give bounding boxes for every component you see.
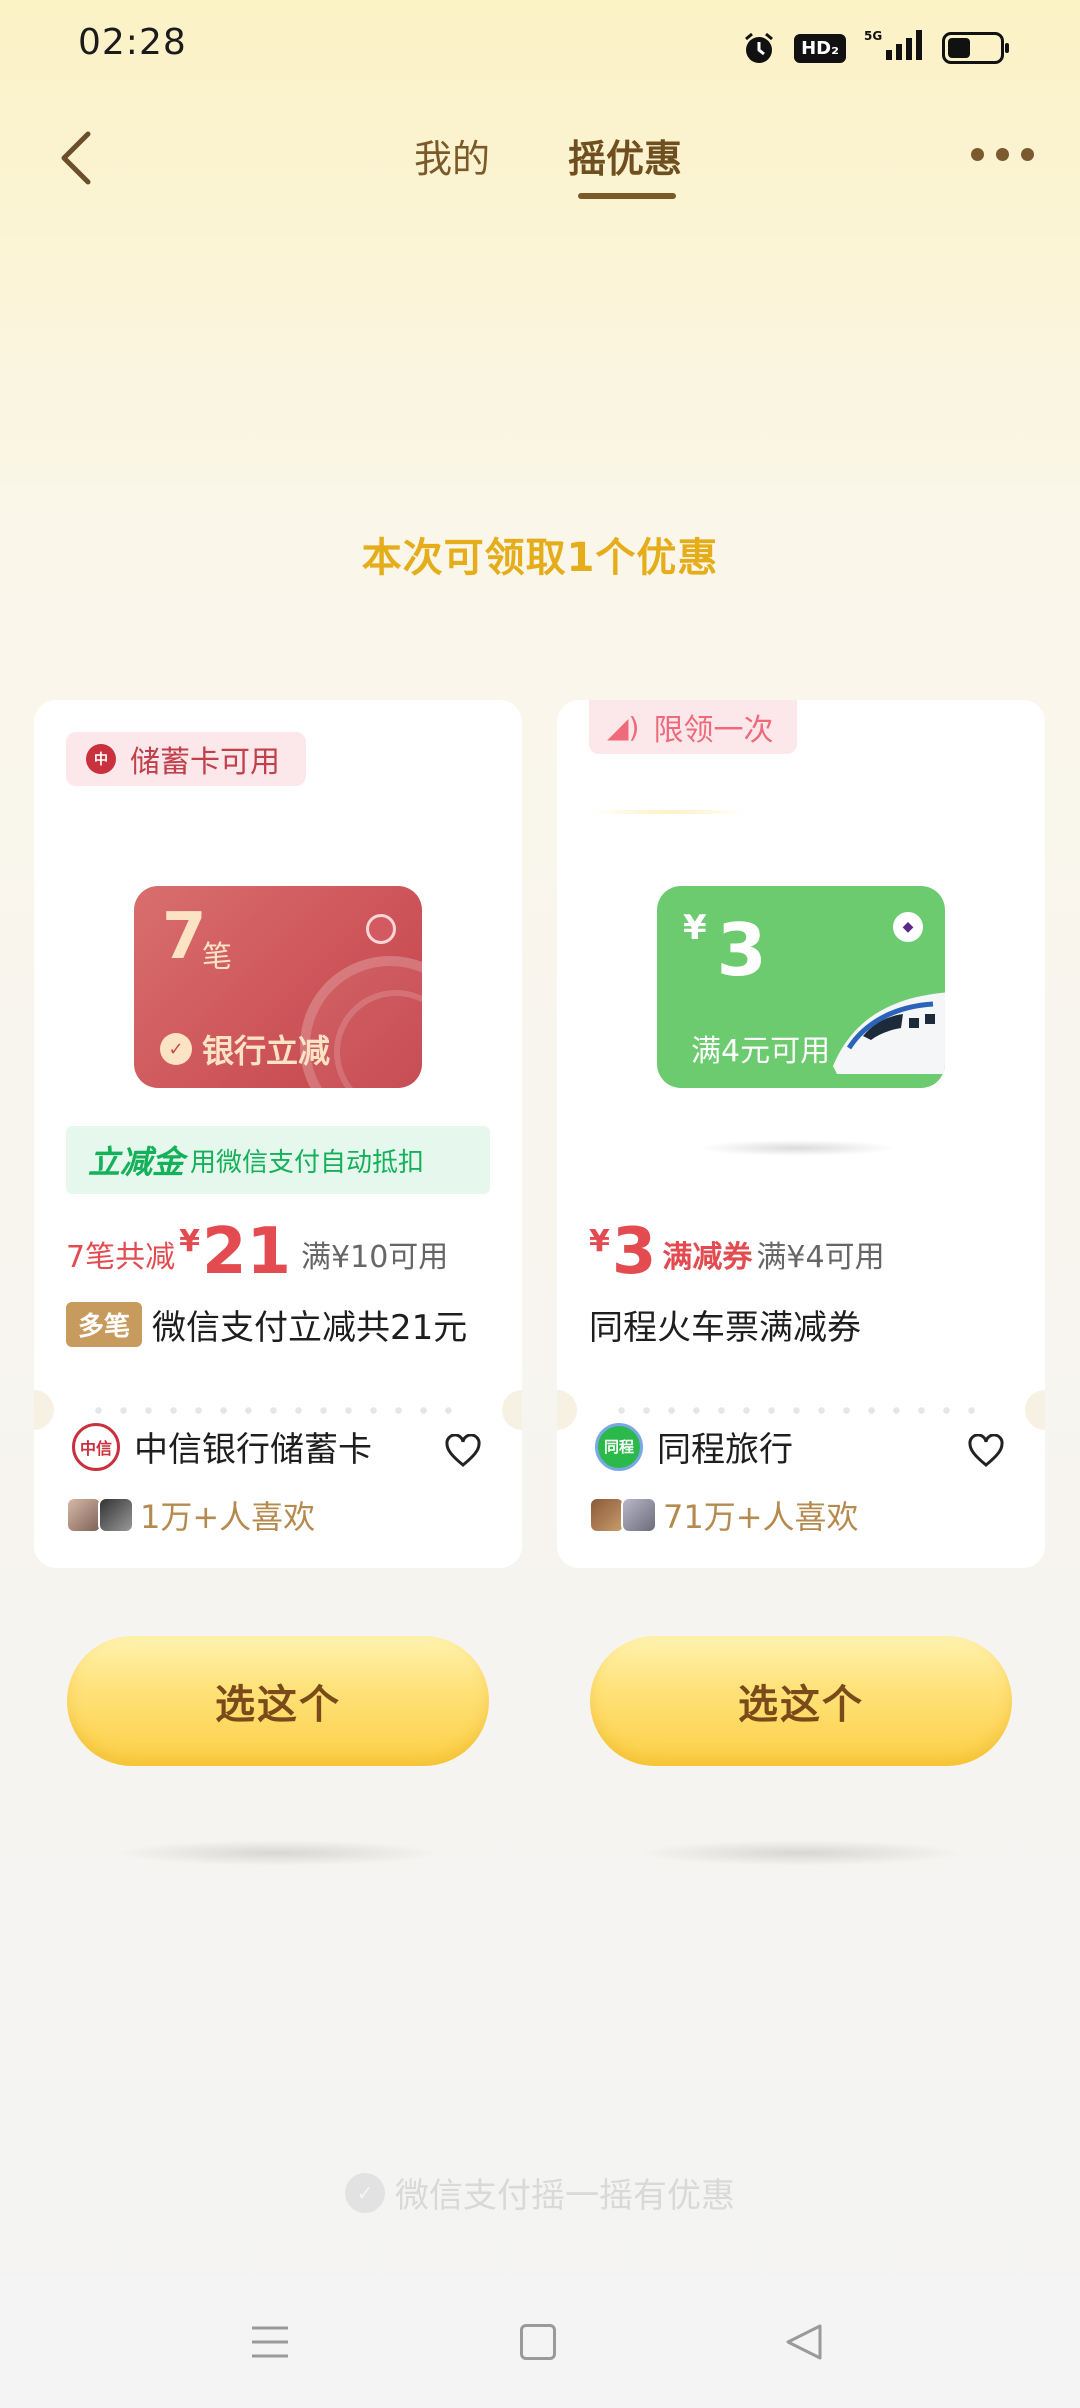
- status-icons: HD₂ 5G: [742, 28, 1009, 68]
- bank-discount-label: 银行立减: [202, 1032, 331, 1070]
- active-tab-underline: [578, 193, 676, 199]
- avatar: [66, 1497, 102, 1533]
- more-options-icon[interactable]: [971, 148, 1034, 161]
- coupon-description: 同程火车票满减券: [589, 1308, 861, 1348]
- svg-text:5G: 5G: [864, 29, 882, 43]
- citic-logo-icon: 中信: [72, 1422, 120, 1471]
- footer-branding: ✓ 微信支付摇一摇有优惠: [0, 2168, 1080, 2217]
- coupon-amount: 3: [716, 908, 767, 992]
- coupon-card-tongcheng[interactable]: ◢) 限领一次 ◆ ¥3 满4元可用 ¥ 3 满减券 满¥4可用 同程火车票满减…: [557, 700, 1045, 1568]
- battery-icon: [942, 32, 1009, 64]
- avatar: [589, 1497, 625, 1533]
- tongcheng-logo-icon: 同程: [595, 1422, 643, 1471]
- wechat-pay-icon: ✓: [160, 1033, 192, 1065]
- recent-apps-icon[interactable]: [250, 2322, 290, 2362]
- favorite-heart-icon[interactable]: [444, 1434, 482, 1468]
- discount-amount: 3: [611, 1215, 657, 1289]
- limit-once-badge: ◢) 限领一次: [589, 700, 798, 754]
- alarm-icon: [745, 32, 774, 63]
- train-icon: [833, 992, 945, 1074]
- discount-count: 7: [162, 900, 207, 974]
- avatar: [98, 1497, 134, 1533]
- price-line: ¥ 3 满减券 满¥4可用: [589, 1215, 885, 1289]
- signal-icon: 5G: [864, 28, 924, 68]
- coupon-description: 多笔 微信支付立减共21元: [66, 1300, 467, 1349]
- citic-logo-icon: [366, 914, 396, 944]
- discount-amount: 21: [201, 1215, 292, 1289]
- coupon-card-citic[interactable]: 中 储蓄卡可用 7 笔 ✓ 银行立减 立减金 用微信支付自动抵扣 7笔共减 ¥ …: [34, 700, 522, 1568]
- tab-mine[interactable]: 我的: [414, 128, 490, 183]
- citic-logo-icon: 中: [86, 744, 116, 774]
- choose-citic-button[interactable]: 选这个: [67, 1636, 489, 1766]
- merchant-name: 中信银行储蓄卡: [134, 1430, 372, 1470]
- merchant-row: 中信 中信银行储蓄卡: [72, 1422, 372, 1471]
- tab-shake-discount[interactable]: 摇优惠: [568, 128, 682, 183]
- likes-row: 1万+人喜欢: [66, 1492, 315, 1538]
- back-triangle-icon[interactable]: [784, 2322, 824, 2362]
- megaphone-icon: ◢): [607, 710, 640, 744]
- multi-tag: 多笔: [66, 1302, 143, 1347]
- discount-count-unit: 笔: [202, 940, 232, 975]
- likes-count: 1万+人喜欢: [140, 1498, 316, 1536]
- train-coupon-visual: ◆ ¥3 满4元可用: [657, 886, 945, 1088]
- instant-discount-banner: 立减金 用微信支付自动抵扣: [66, 1126, 490, 1194]
- avatar: [621, 1497, 657, 1533]
- tongcheng-logo-icon: ◆: [893, 912, 923, 942]
- merchant-row: 同程 同程旅行: [595, 1422, 793, 1471]
- likes-row: 71万+人喜欢: [589, 1492, 859, 1538]
- wechat-pay-icon: ✓: [345, 2172, 385, 2213]
- favorite-heart-icon[interactable]: [967, 1434, 1005, 1468]
- card-type-badge: 中 储蓄卡可用: [66, 732, 306, 786]
- likes-count: 71万+人喜欢: [663, 1498, 859, 1536]
- back-arrow-icon[interactable]: [56, 128, 96, 188]
- coupon-condition: 满4元可用: [691, 1034, 831, 1069]
- bank-discount-visual: 7 笔 ✓ 银行立减: [134, 886, 422, 1088]
- choose-tongcheng-button[interactable]: 选这个: [590, 1636, 1012, 1766]
- hd-icon: HD₂: [794, 33, 846, 63]
- merchant-name: 同程旅行: [657, 1430, 793, 1470]
- claim-headline: 本次可领取1个优惠: [361, 535, 719, 581]
- status-time: 02:28: [78, 22, 187, 63]
- price-line: 7笔共减 ¥ 21 满¥10可用: [66, 1215, 449, 1289]
- home-icon[interactable]: [520, 2324, 556, 2360]
